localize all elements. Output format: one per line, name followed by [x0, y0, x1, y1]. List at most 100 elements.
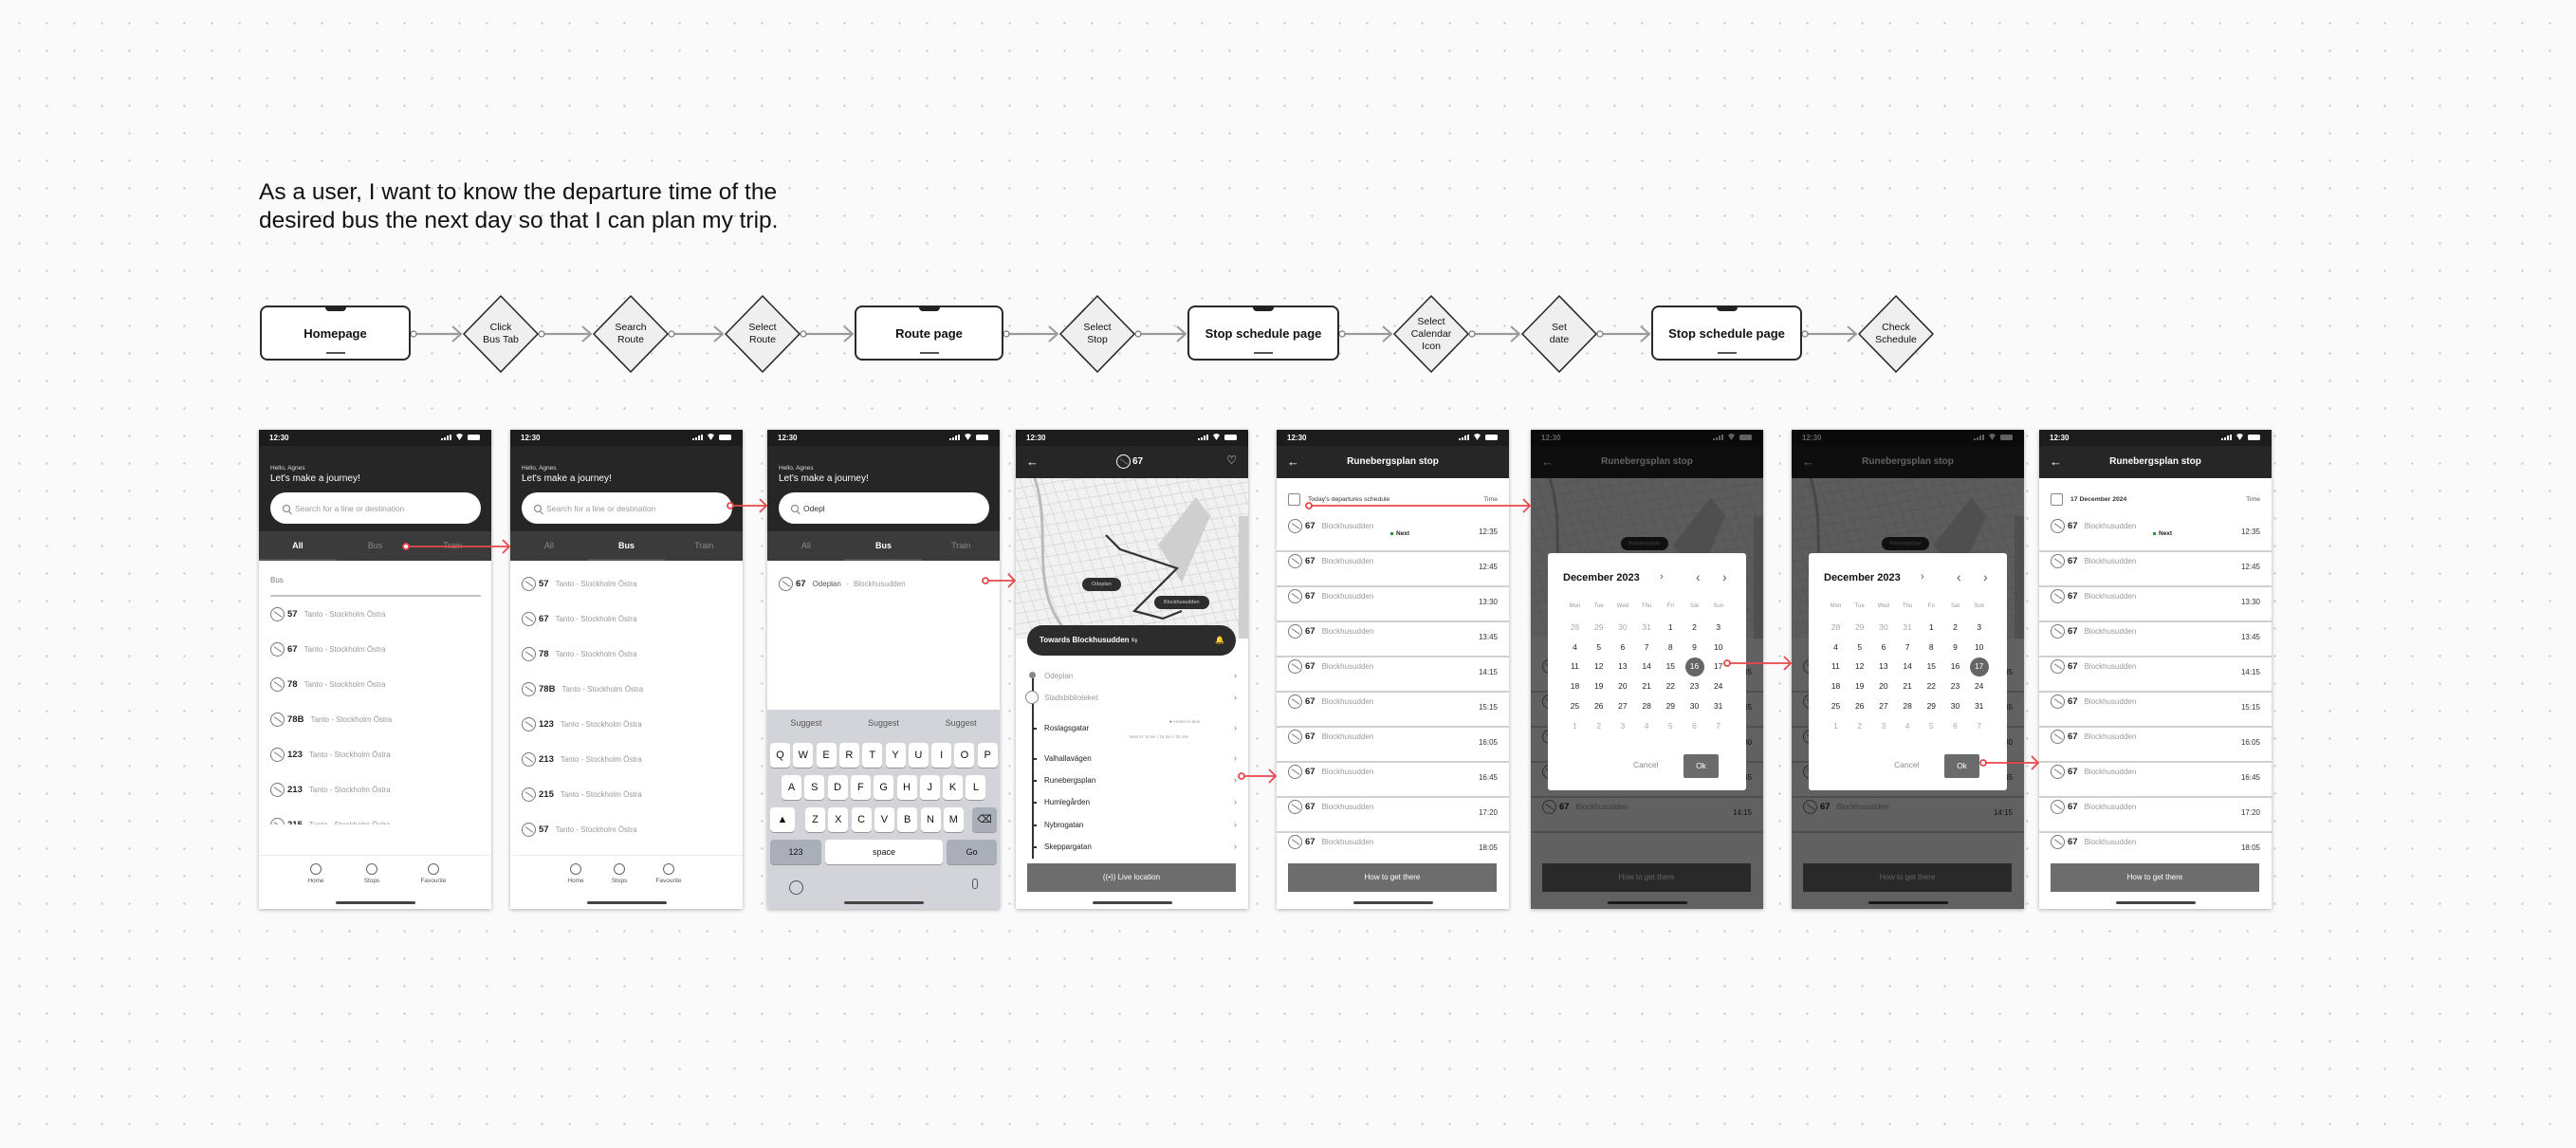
departure-row[interactable]: 67 Blockhusudden 14:15	[1277, 657, 1509, 693]
nav-item-home[interactable]: Home	[557, 863, 595, 884]
home-indicator[interactable]	[586, 901, 667, 904]
key-f[interactable]: F	[850, 775, 871, 800]
calendar-day[interactable]: 23	[1683, 677, 1706, 695]
calendar-day[interactable]: 7	[1967, 717, 1991, 735]
calendar-day[interactable]: 22	[1920, 677, 1943, 695]
swap-direction-icon[interactable]: ⇆	[1132, 636, 1138, 644]
chevron-right-icon[interactable]: ›	[1234, 820, 1237, 829]
calendar-day[interactable]: 3	[1967, 619, 1991, 637]
tab-train[interactable]: Train	[414, 531, 491, 561]
line-list-item[interactable]: 67 Blockhusudden	[2051, 728, 2136, 745]
search-input[interactable]: Search for a line or destination	[270, 492, 481, 524]
line-list-item[interactable]: 78B Tanto - Stockholm Östra	[522, 680, 643, 697]
calendar-day[interactable]: 28	[1896, 697, 1920, 715]
departure-row[interactable]: 67 Blockhusudden Next 12:35	[2039, 517, 2272, 552]
tab-train[interactable]: Train	[665, 531, 743, 561]
how-to-get-there-button[interactable]: How to get there	[2051, 863, 2259, 892]
line-list-item[interactable]: 67 Blockhusudden	[2051, 622, 2136, 639]
space-key[interactable]: space	[825, 840, 943, 864]
calendar-day[interactable]: 4	[1896, 717, 1920, 735]
calendar-day[interactable]: 5	[1848, 639, 1871, 657]
line-list-item[interactable]: 215 Tanto - Stockholm Östra	[270, 816, 391, 824]
line-list-item[interactable]: 67 Blockhusudden	[2051, 517, 2136, 534]
chevron-right-icon[interactable]: ›	[1234, 671, 1237, 680]
calendar-day[interactable]: 18	[1824, 677, 1848, 695]
line-list-item[interactable]: 57 Tanto - Stockholm Östra	[270, 605, 385, 622]
stop-item[interactable]: Roslagsgatar	[1044, 724, 1089, 732]
key-i[interactable]: I	[931, 743, 952, 768]
calendar-day[interactable]: 28	[1635, 697, 1659, 715]
home-indicator[interactable]	[843, 901, 924, 904]
calendar-day[interactable]: 16	[1943, 657, 1967, 676]
departure-row[interactable]: 67 Blockhusudden 18:05	[2039, 833, 2272, 857]
calendar-day[interactable]: 14	[1896, 657, 1920, 676]
departure-row[interactable]: 67 Blockhusudden Next 12:35	[1277, 517, 1509, 552]
tab-train[interactable]: Train	[922, 531, 1000, 561]
line-list-item[interactable]: 67 Blockhusudden	[1288, 657, 1373, 675]
line-list-item[interactable]: 123 Tanto - Stockholm Östra	[270, 746, 391, 763]
calendar-day[interactable]: 23	[1943, 677, 1967, 695]
calendar-day[interactable]: 24	[1706, 677, 1730, 695]
tab-bus[interactable]: Bus	[588, 531, 666, 561]
departure-row[interactable]: 67 Blockhusudden 13:30	[1277, 587, 1509, 622]
key-k[interactable]: K	[943, 775, 964, 800]
search-result-item[interactable]: 67 Odeplan - Blockhusudden	[779, 575, 906, 592]
calendar-day[interactable]: 1	[1659, 619, 1683, 637]
chevron-right-icon[interactable]: ›	[1234, 753, 1237, 763]
calendar-day[interactable]: 13	[1610, 657, 1634, 676]
line-list-item[interactable]: 67 Blockhusudden	[2051, 552, 2136, 569]
departure-row[interactable]: 67 Blockhusudden 14:15	[2039, 657, 2272, 693]
calendar-day[interactable]: 26	[1848, 697, 1871, 715]
calendar-day[interactable]: 17	[1706, 657, 1730, 676]
line-list-item[interactable]: 67 Blockhusudden	[2051, 833, 2136, 850]
calendar-day[interactable]: 30	[1943, 697, 1967, 715]
departure-row[interactable]: 67 Blockhusudden 13:45	[1277, 622, 1509, 657]
line-list-item[interactable]: 67 Blockhusudden	[1288, 622, 1373, 639]
search-input[interactable]: Odepl	[779, 492, 989, 524]
departure-row[interactable]: 67 Blockhusudden 16:05	[2039, 728, 2272, 763]
key-h[interactable]: H	[896, 775, 917, 800]
microphone-icon[interactable]	[972, 879, 978, 889]
calendar-day[interactable]: 7	[1896, 639, 1920, 657]
calendar-day[interactable]: 30	[1871, 619, 1895, 637]
stop-item[interactable]: Stadsbiblioteket	[1044, 694, 1097, 702]
calendar-day[interactable]: 21	[1635, 677, 1659, 695]
calendar-day[interactable]: 11	[1824, 657, 1848, 676]
line-list-item[interactable]: 67 Blockhusudden	[1288, 517, 1373, 534]
search-input[interactable]: Search for a line or destination	[522, 492, 732, 524]
chevron-right-icon[interactable]: ›	[1234, 842, 1237, 851]
calendar-day[interactable]: 19	[1587, 677, 1610, 695]
calendar-day[interactable]: 14	[1635, 657, 1659, 676]
calendar-day[interactable]: 29	[1920, 697, 1943, 715]
numbers-key[interactable]: 123	[770, 840, 821, 864]
nav-item-favourite[interactable]: Favourite	[650, 863, 688, 884]
departure-row[interactable]: 67 Blockhusudden 12:45	[2039, 552, 2272, 587]
keyboard-suggestion[interactable]: Suggest	[922, 710, 1000, 736]
key-w[interactable]: W	[793, 743, 814, 768]
calendar-icon[interactable]	[2051, 493, 2063, 506]
calendar-day[interactable]: 6	[1943, 717, 1967, 735]
line-list-item[interactable]: 213 Tanto - Stockholm Östra	[522, 750, 642, 768]
calendar-day[interactable]: 7	[1635, 639, 1659, 657]
chevron-right-icon[interactable]: ›	[1234, 775, 1237, 785]
calendar-icon[interactable]	[1288, 493, 1300, 506]
calendar-day[interactable]: 11	[1563, 657, 1587, 676]
nav-item-stops[interactable]: Stops	[600, 863, 638, 884]
key-x[interactable]: X	[828, 807, 849, 832]
tab-bus[interactable]: Bus	[845, 531, 923, 561]
key-o[interactable]: O	[954, 743, 975, 768]
calendar-day[interactable]: 10	[1706, 639, 1730, 657]
calendar-day[interactable]: 24	[1967, 677, 1991, 695]
key-j[interactable]: J	[919, 775, 940, 800]
line-list-item[interactable]: 67 Blockhusudden	[2051, 763, 2136, 780]
calendar-day[interactable]: 5	[1659, 717, 1683, 735]
stop-item[interactable]: Nybrogatan	[1044, 821, 1083, 829]
key-c[interactable]: C	[851, 807, 872, 832]
calendar-day[interactable]: 8	[1920, 639, 1943, 657]
calendar-day[interactable]: 19	[1848, 677, 1871, 695]
favourite-heart-icon[interactable]: ♡	[1226, 454, 1237, 467]
calendar-day[interactable]: 9	[1683, 639, 1706, 657]
tab-bus[interactable]: Bus	[337, 531, 414, 561]
line-list-item[interactable]: 67 Blockhusudden	[1288, 798, 1373, 815]
key-b[interactable]: B	[897, 807, 918, 832]
